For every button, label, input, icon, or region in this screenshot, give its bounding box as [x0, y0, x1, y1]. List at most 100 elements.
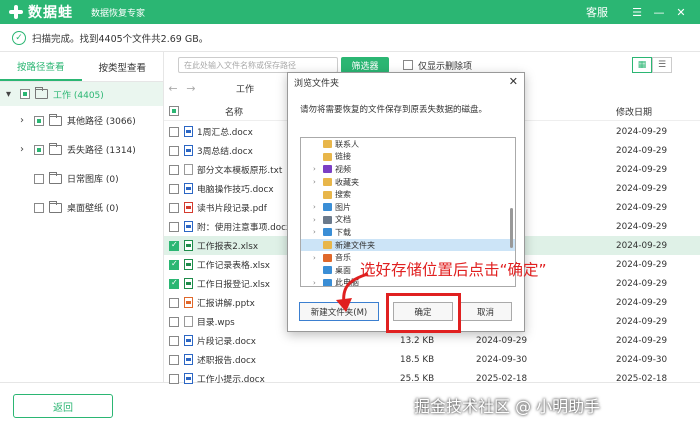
folder-tree-item[interactable]: ›联系人 [301, 138, 515, 151]
file-created-date: 2024-09-30 [476, 354, 528, 365]
folder-tree-label: 图片 [335, 202, 351, 212]
customer-service-link[interactable]: 客服 [586, 4, 608, 20]
folder-tree-label: 文档 [335, 215, 351, 225]
tree-item-desktop-wallpaper[interactable]: 桌面壁纸 (0) [0, 193, 163, 222]
folder-tree-item[interactable]: › 收藏夹 [301, 176, 515, 189]
close-icon[interactable]: ✕ [670, 1, 692, 23]
folder-tree-item[interactable]: ›搜索 [301, 188, 515, 201]
wps-file-icon [184, 316, 193, 327]
column-modified-date[interactable]: 修改日期 [616, 105, 652, 118]
txt-file-icon [184, 164, 193, 175]
chevron-down-icon[interactable]: ▾ [6, 89, 16, 100]
chevron-right-icon[interactable]: › [313, 216, 323, 224]
grid-view-icon[interactable]: ▦ [632, 57, 652, 73]
scan-status-text: 扫描完成。找到4405个文件共2.69 GB。 [32, 33, 209, 45]
row-checkbox[interactable] [169, 164, 179, 175]
tree-checkbox[interactable] [34, 202, 44, 213]
tab-by-type[interactable]: 按类型查看 [82, 52, 164, 81]
row-checkbox[interactable] [169, 145, 179, 156]
tab-by-path[interactable]: 按路径查看 [0, 52, 82, 81]
row-checkbox[interactable] [169, 354, 179, 365]
file-name: 工作小提示.docx [197, 375, 265, 385]
file-size: 18.5 KB [400, 354, 435, 365]
tree-checkbox[interactable] [34, 144, 44, 155]
check-circle-icon: ✓ [12, 30, 26, 45]
sidebar: 按路径查看 按类型查看 ▾ 工作 (4405) › 其他路径 (3066) › … [0, 52, 164, 382]
table-row[interactable]: 述职报告.docx 18.5 KB 2024-09-30 2024-09-30 [164, 350, 700, 369]
folder-icon [49, 200, 62, 213]
tree-item-daily-gallery[interactable]: 日常图库 (0) [0, 164, 163, 193]
row-checkbox[interactable] [169, 316, 179, 327]
tree-root-work[interactable]: ▾ 工作 (4405) [0, 82, 163, 106]
docx-file-icon [184, 126, 193, 137]
folder-tree-item[interactable]: ›新建文件夹 [301, 238, 515, 252]
folder-icon [323, 215, 332, 224]
folder-tree-label: 联系人 [335, 139, 359, 149]
chevron-right-icon[interactable]: › [20, 115, 30, 126]
file-modified-date: 2024-09-29 [616, 126, 668, 137]
scrollbar[interactable] [510, 208, 513, 248]
row-checkbox[interactable] [169, 126, 179, 137]
xlsx-file-icon [184, 278, 193, 289]
close-icon[interactable]: ✕ [509, 75, 518, 88]
column-name[interactable]: 名称 [225, 105, 243, 118]
row-checkbox[interactable] [169, 221, 179, 232]
chevron-right-icon[interactable]: › [313, 203, 323, 211]
folder-icon [35, 87, 48, 99]
docx-file-icon [184, 335, 193, 346]
scan-status-bar: ✓ 扫描完成。找到4405个文件共2.69 GB。 [0, 24, 700, 52]
tree-checkbox[interactable] [34, 115, 44, 126]
row-checkbox[interactable] [169, 259, 179, 270]
row-checkbox[interactable] [169, 373, 179, 384]
folder-icon [323, 152, 332, 161]
folder-tree-item[interactable]: › 视频 [301, 163, 515, 176]
app-logo: 数据蛙 [8, 2, 73, 22]
forward-arrow-icon[interactable]: → [182, 82, 200, 95]
back-arrow-icon[interactable]: ← [164, 82, 182, 95]
file-modified-date: 2024-09-29 [616, 202, 668, 213]
watermark: 掘金技术社区 @ 小明助手 [414, 397, 601, 416]
chevron-right-icon[interactable]: › [313, 254, 323, 262]
folder-tree-item[interactable]: ›链接 [301, 151, 515, 164]
tree-item-other-paths[interactable]: › 其他路径 (3066) [0, 106, 163, 135]
row-checkbox[interactable] [169, 297, 179, 308]
back-button[interactable]: 返回 [13, 394, 113, 418]
menu-icon[interactable]: ☰ [626, 1, 648, 23]
list-view-icon[interactable]: ☰ [652, 57, 672, 73]
row-checkbox[interactable] [169, 183, 179, 194]
only-deleted-checkbox[interactable] [403, 60, 413, 70]
annotation-text: 选好存储位置后点击“确定” [360, 261, 547, 279]
filter-button[interactable]: 筛选器 [341, 57, 389, 73]
chevron-right-icon[interactable]: › [313, 178, 323, 186]
folder-tree-item[interactable]: › 文档 [301, 214, 515, 227]
row-checkbox[interactable] [169, 278, 179, 289]
chevron-right-icon[interactable]: › [20, 144, 30, 155]
folder-icon [323, 165, 332, 174]
folder-tree-item[interactable]: › 图片 [301, 201, 515, 214]
file-modified-date: 2024-09-29 [616, 316, 668, 327]
select-all-checkbox[interactable] [169, 106, 179, 116]
only-deleted-label: 仅显示删除项 [418, 61, 473, 72]
chevron-right-icon[interactable]: › [313, 165, 323, 173]
row-checkbox[interactable] [169, 240, 179, 251]
highlight-box [386, 293, 461, 333]
folder-tree-label: 视频 [335, 164, 351, 174]
file-modified-date: 2024-09-29 [616, 240, 668, 251]
app-name: 数据蛙 [28, 5, 73, 21]
tree-item-label: 日常图库 (0) [67, 175, 119, 185]
only-deleted-toggle[interactable]: 仅显示删除项 [403, 57, 472, 73]
table-row[interactable]: 片段记录.docx 13.2 KB 2024-09-29 2024-09-29 [164, 331, 700, 350]
table-row[interactable]: 工作小提示.docx 25.5 KB 2025-02-18 2025-02-18 [164, 369, 700, 388]
search-input[interactable]: 在此处输入文件名称或保存路径 [178, 57, 338, 73]
tree-item-lost-paths[interactable]: › 丢失路径 (1314) [0, 135, 163, 164]
cancel-button[interactable]: 取消 [459, 302, 512, 321]
row-checkbox[interactable] [169, 202, 179, 213]
row-checkbox[interactable] [169, 335, 179, 346]
root-checkbox[interactable] [20, 89, 30, 99]
chevron-right-icon[interactable]: › [313, 228, 323, 236]
xlsx-file-icon [184, 259, 193, 270]
minimize-icon[interactable]: — [648, 1, 670, 23]
folder-tree-label: 收藏夹 [335, 177, 359, 187]
tree-checkbox[interactable] [34, 173, 44, 184]
folder-tree-item[interactable]: › 下载 [301, 226, 515, 239]
